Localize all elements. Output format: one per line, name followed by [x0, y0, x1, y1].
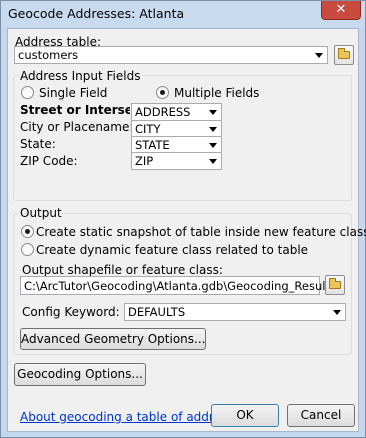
- street-field-label: Street or Intersection:: [20, 103, 130, 117]
- folder-icon: [338, 48, 350, 59]
- window-title: Geocode Addresses: Atlanta: [8, 6, 185, 21]
- ok-button[interactable]: OK: [211, 404, 279, 427]
- config-keyword-select[interactable]: DEFAULTS: [124, 303, 346, 321]
- chevron-down-icon: [209, 143, 217, 148]
- ok-label: OK: [236, 408, 254, 422]
- dynamic-class-radio[interactable]: [21, 243, 34, 256]
- chevron-down-icon: [209, 127, 217, 132]
- zip-field-value: ZIP: [135, 154, 154, 168]
- address-input-fields-legend: Address Input Fields: [18, 69, 143, 83]
- cancel-label: Cancel: [300, 408, 342, 422]
- chevron-down-icon: [209, 159, 217, 164]
- street-field-select[interactable]: ADDRESS: [131, 103, 222, 121]
- output-path-label: Output shapefile or feature class:: [22, 263, 223, 277]
- static-snapshot-radio[interactable]: [21, 225, 34, 238]
- city-field-label: City or Placename:: [20, 120, 134, 134]
- config-keyword-label: Config Keyword:: [22, 305, 120, 319]
- dialog-body: Address table: customers Address Input F…: [7, 28, 366, 432]
- advanced-geometry-options-button[interactable]: Advanced Geometry Options...: [20, 328, 206, 350]
- geocoding-options-label: Geocoding Options...: [17, 367, 143, 381]
- static-snapshot-label[interactable]: Create static snapshot of table inside n…: [36, 225, 366, 239]
- single-field-radio[interactable]: [21, 86, 34, 99]
- state-field-label: State:: [20, 137, 56, 151]
- address-table-select[interactable]: customers: [14, 46, 328, 64]
- title-bar[interactable]: Geocode Addresses: Atlanta ✕: [1, 1, 365, 27]
- cancel-button[interactable]: Cancel: [287, 404, 355, 427]
- output-path-value: C:\ArcTutor\Geocoding\Atlanta.gdb\Geocod…: [24, 279, 330, 293]
- address-table-value: customers: [18, 48, 79, 62]
- dynamic-class-label[interactable]: Create dynamic feature class related to …: [36, 243, 308, 257]
- chevron-down-icon: [333, 310, 341, 315]
- zip-field-select[interactable]: ZIP: [131, 152, 222, 170]
- browse-address-table-button[interactable]: [334, 45, 354, 65]
- output-path-input[interactable]: C:\ArcTutor\Geocoding\Atlanta.gdb\Geocod…: [20, 276, 330, 295]
- browse-output-button[interactable]: [325, 275, 345, 295]
- multiple-fields-radio[interactable]: [156, 86, 169, 99]
- advanced-geometry-options-label: Advanced Geometry Options...: [21, 332, 206, 346]
- config-keyword-value: DEFAULTS: [128, 305, 186, 319]
- folder-icon: [329, 278, 341, 289]
- multiple-fields-label[interactable]: Multiple Fields: [174, 86, 259, 100]
- geocoding-options-button[interactable]: Geocoding Options...: [14, 363, 146, 386]
- chevron-down-icon: [315, 53, 323, 58]
- zip-field-label: ZIP Code:: [20, 154, 78, 168]
- output-legend: Output: [18, 206, 64, 220]
- city-field-value: CITY: [135, 122, 161, 136]
- single-field-label[interactable]: Single Field: [39, 86, 107, 100]
- street-field-label-clip: Street or Intersection:: [20, 103, 130, 117]
- close-icon: ✕: [335, 2, 347, 17]
- geocode-addresses-dialog: Geocode Addresses: Atlanta ✕ Address tab…: [0, 0, 366, 438]
- state-field-value: STATE: [135, 138, 170, 152]
- close-button[interactable]: ✕: [321, 1, 361, 20]
- street-field-value: ADDRESS: [135, 105, 191, 119]
- chevron-down-icon: [209, 110, 217, 115]
